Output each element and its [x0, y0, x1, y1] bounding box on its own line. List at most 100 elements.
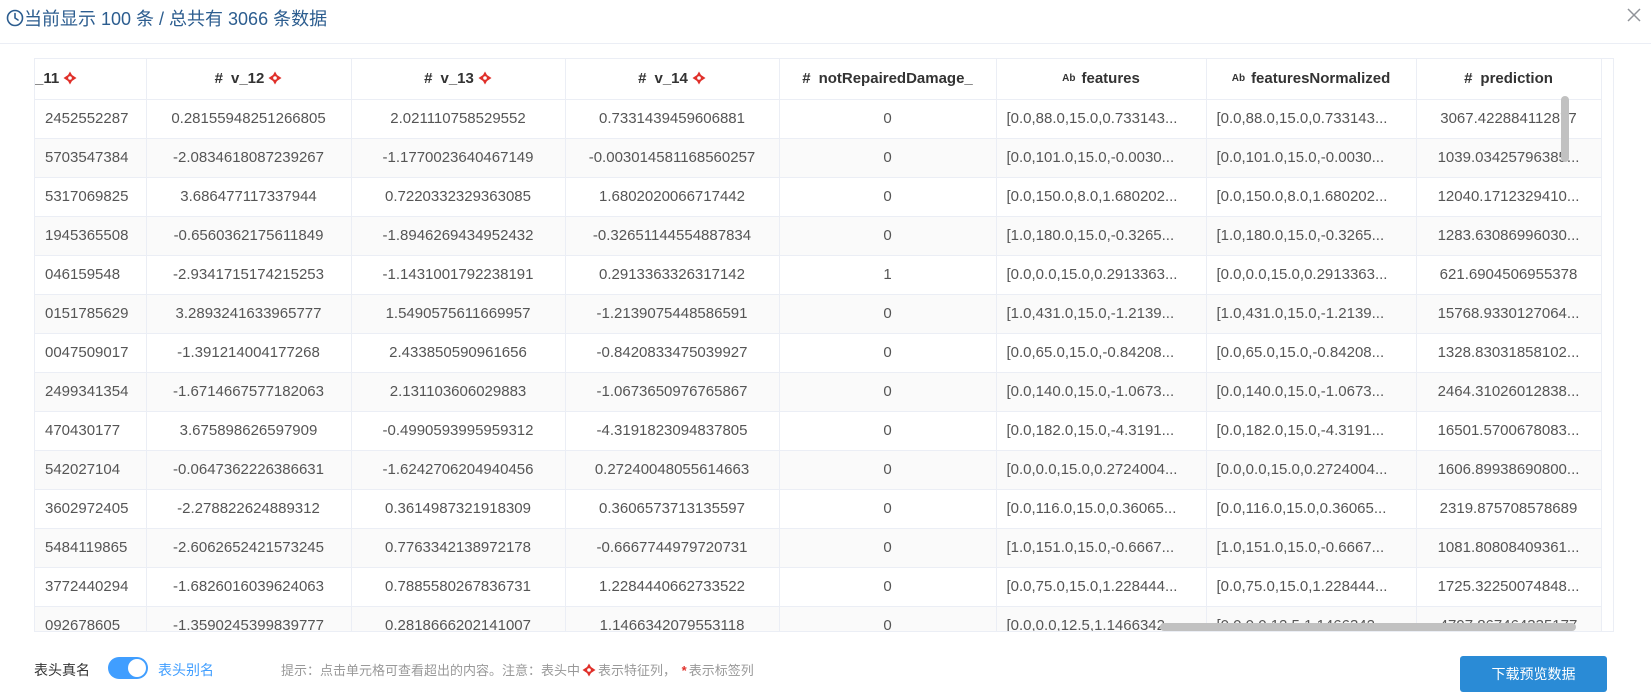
cell-v_12[interactable]: -1.6714667577182063: [146, 372, 352, 412]
cell-v_12[interactable]: -2.0834618087239267: [146, 138, 352, 178]
table-row[interactable]: 0047509017 -1.391214004177268 2.4338505909…: [35, 333, 1602, 373]
cell-featuresNormalized[interactable]: [1.0,151.0,15.0,-0.6667...: [1206, 528, 1417, 568]
column-header-v_11[interactable]: _11: [35, 59, 147, 100]
cell-v_14[interactable]: -1.2139075448586591: [565, 294, 780, 334]
cell-v_11[interactable]: 1945365508: [35, 216, 147, 256]
cell-prediction[interactable]: 12040.1712329410...: [1416, 177, 1602, 217]
cell-prediction[interactable]: 16501.5700678083...: [1416, 411, 1602, 451]
table-row[interactable]: 470430177 3.675898626597909 -0.49905939959…: [35, 411, 1602, 451]
cell-v_13[interactable]: 2.131103606029883: [351, 372, 566, 412]
table-row[interactable]: 2452552287 0.28155948251266805 2.021110758…: [35, 99, 1602, 139]
cell-features[interactable]: [0.0,140.0,15.0,-1.0673...: [996, 372, 1207, 412]
cell-prediction[interactable]: 1081.80808409361...: [1416, 528, 1602, 568]
cell-notRepairedDamage_[interactable]: 0: [779, 177, 997, 217]
cell-v_11[interactable]: 0047509017: [35, 333, 147, 373]
cell-prediction[interactable]: 1283.63086996030...: [1416, 216, 1602, 256]
cell-v_12[interactable]: 3.2893241633965777: [146, 294, 352, 334]
close-icon[interactable]: [1626, 7, 1642, 23]
cell-features[interactable]: [0.0,0.0,15.0,0.2913363...: [996, 255, 1207, 295]
cell-notRepairedDamage_[interactable]: 0: [779, 294, 997, 334]
cell-v_11[interactable]: 5484119865: [35, 528, 147, 568]
cell-v_12[interactable]: -1.6826016039624063: [146, 567, 352, 607]
cell-v_13[interactable]: 2.433850590961656: [351, 333, 566, 373]
cell-v_13[interactable]: -1.6242706204940456: [351, 450, 566, 490]
cell-featuresNormalized[interactable]: [0.0,150.0,8.0,1.680202...: [1206, 177, 1417, 217]
column-header-notRepairedDamage_[interactable]: # notRepairedDamage_: [779, 59, 997, 100]
cell-v_14[interactable]: -1.0673650976765867: [565, 372, 780, 412]
cell-v_12[interactable]: -0.6560362175611849: [146, 216, 352, 256]
header-name-toggle[interactable]: [108, 657, 148, 679]
column-header-features[interactable]: Ab features: [996, 59, 1207, 100]
cell-v_13[interactable]: -0.4990593995959312: [351, 411, 566, 451]
cell-v_12[interactable]: -2.6062652421573245: [146, 528, 352, 568]
cell-features[interactable]: [0.0,101.0,15.0,-0.0030...: [996, 138, 1207, 178]
cell-v_13[interactable]: 2.021110758529552: [351, 99, 566, 139]
vertical-scrollbar[interactable]: [1561, 96, 1569, 162]
cell-featuresNormalized[interactable]: [0.0,0.0,15.0,0.2913363...: [1206, 255, 1417, 295]
table-scroll-area[interactable]: _11 # v_12 # v_13 # v_14 # notRepairedDamage_ Ab f…: [35, 59, 1602, 631]
table-row[interactable]: 046159548 -2.9341715174215253 -1.143100179…: [35, 255, 1602, 295]
header-alias-label[interactable]: 表头别名: [158, 660, 214, 680]
cell-v_13[interactable]: 0.3614987321918309: [351, 489, 566, 529]
cell-v_11[interactable]: 3772440294: [35, 567, 147, 607]
cell-featuresNormalized[interactable]: [0.0,140.0,15.0,-1.0673...: [1206, 372, 1417, 412]
cell-v_14[interactable]: 1.1466342079553118: [565, 606, 780, 631]
cell-prediction[interactable]: 2464.31026012838...: [1416, 372, 1602, 412]
cell-v_14[interactable]: 1.6802020066717442: [565, 177, 780, 217]
table-row[interactable]: 542027104 -0.0647362226386631 -1.624270620…: [35, 450, 1602, 490]
cell-v_11[interactable]: 2499341354: [35, 372, 147, 412]
cell-notRepairedDamage_[interactable]: 0: [779, 99, 997, 139]
cell-features[interactable]: [0.0,150.0,8.0,1.680202...: [996, 177, 1207, 217]
cell-v_13[interactable]: 1.5490575611669957: [351, 294, 566, 334]
cell-notRepairedDamage_[interactable]: 0: [779, 333, 997, 373]
cell-v_13[interactable]: 0.7763342138972178: [351, 528, 566, 568]
table-row[interactable]: 2499341354 -1.6714667577182063 2.131103606…: [35, 372, 1602, 412]
cell-featuresNormalized[interactable]: [0.0,182.0,15.0,-4.3191...: [1206, 411, 1417, 451]
cell-v_14[interactable]: 0.2913363326317142: [565, 255, 780, 295]
cell-v_12[interactable]: 3.686477117337944: [146, 177, 352, 217]
cell-featuresNormalized[interactable]: [0.0,75.0,15.0,1.228444...: [1206, 567, 1417, 607]
table-row[interactable]: 0151785629 3.2893241633965777 1.5490575611…: [35, 294, 1602, 334]
table-row[interactable]: 3772440294 -1.6826016039624063 0.788558026…: [35, 567, 1602, 607]
cell-v_11[interactable]: 542027104: [35, 450, 147, 490]
cell-v_14[interactable]: -0.003014581168560257: [565, 138, 780, 178]
cell-features[interactable]: [0.0,65.0,15.0,-0.84208...: [996, 333, 1207, 373]
cell-v_13[interactable]: -1.1770023640467149: [351, 138, 566, 178]
cell-notRepairedDamage_[interactable]: 0: [779, 411, 997, 451]
column-header-prediction[interactable]: # prediction: [1416, 59, 1602, 100]
cell-features[interactable]: [0.0,116.0,15.0,0.36065...: [996, 489, 1207, 529]
cell-v_13[interactable]: 0.7885580267836731: [351, 567, 566, 607]
table-row[interactable]: 3602972405 -2.278822624889312 0.3614987321…: [35, 489, 1602, 529]
cell-v_11[interactable]: 092678605: [35, 606, 147, 631]
cell-features[interactable]: [0.0,75.0,15.0,1.228444...: [996, 567, 1207, 607]
data-preview-table[interactable]: _11 # v_12 # v_13 # v_14 # notRepairedDamage_ Ab f…: [34, 58, 1614, 632]
cell-featuresNormalized[interactable]: [0.0,0.0,15.0,0.2724004...: [1206, 450, 1417, 490]
cell-v_11[interactable]: 470430177: [35, 411, 147, 451]
cell-v_13[interactable]: -1.8946269434952432: [351, 216, 566, 256]
column-header-featuresNormalized[interactable]: Ab featuresNormalized: [1206, 59, 1417, 100]
cell-v_11[interactable]: 2452552287: [35, 99, 147, 139]
table-row[interactable]: 1945365508 -0.6560362175611849 -1.89462694…: [35, 216, 1602, 256]
cell-features[interactable]: [0.0,182.0,15.0,-4.3191...: [996, 411, 1207, 451]
cell-v_12[interactable]: -2.9341715174215253: [146, 255, 352, 295]
cell-prediction[interactable]: 1039.03425796385...: [1416, 138, 1602, 178]
cell-v_12[interactable]: -0.0647362226386631: [146, 450, 352, 490]
cell-prediction[interactable]: 2319.875708578689: [1416, 489, 1602, 529]
cell-notRepairedDamage_[interactable]: 0: [779, 489, 997, 529]
cell-v_12[interactable]: 0.28155948251266805: [146, 99, 352, 139]
cell-features[interactable]: [0.0,0.0,15.0,0.2724004...: [996, 450, 1207, 490]
table-row[interactable]: 5317069825 3.686477117337944 0.72203323293…: [35, 177, 1602, 217]
cell-notRepairedDamage_[interactable]: 0: [779, 138, 997, 178]
cell-v_11[interactable]: 5703547384: [35, 138, 147, 178]
cell-v_14[interactable]: 1.2284440662733522: [565, 567, 780, 607]
cell-v_14[interactable]: -0.6667744979720731: [565, 528, 780, 568]
cell-notRepairedDamage_[interactable]: 0: [779, 528, 997, 568]
cell-v_12[interactable]: -1.391214004177268: [146, 333, 352, 373]
cell-v_13[interactable]: -1.1431001792238191: [351, 255, 566, 295]
cell-v_14[interactable]: 0.7331439459606881: [565, 99, 780, 139]
cell-v_14[interactable]: 0.3606573713135597: [565, 489, 780, 529]
cell-prediction[interactable]: 3067.422884112877: [1416, 99, 1602, 139]
cell-v_11[interactable]: 046159548: [35, 255, 147, 295]
cell-featuresNormalized[interactable]: [0.0,101.0,15.0,-0.0030...: [1206, 138, 1417, 178]
cell-v_11[interactable]: 0151785629: [35, 294, 147, 334]
